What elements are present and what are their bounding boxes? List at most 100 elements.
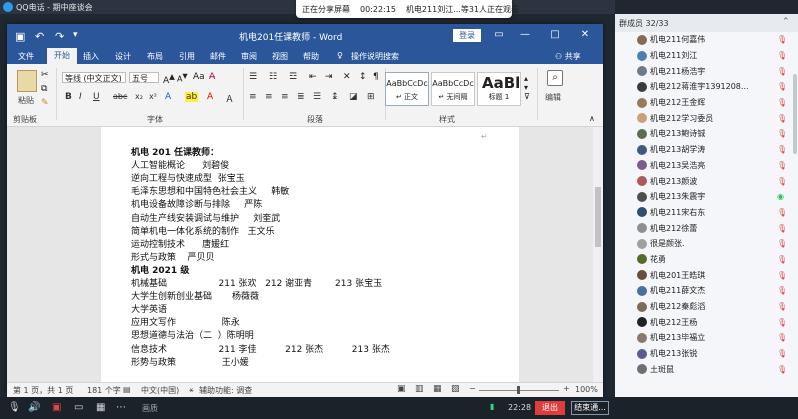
align-right-icon[interactable]: ≡: [281, 92, 289, 102]
numbering-icon[interactable]: ☷: [269, 72, 277, 82]
maximize-button[interactable]: □: [545, 28, 565, 42]
document-page[interactable]: ↵ 机电 201 任课教师： 人工智能概论 刘碧俊 逆向工程与快速成型 张宝玉 毛泽东…: [101, 127, 519, 382]
copy-icon[interactable]: ⧉: [41, 84, 47, 94]
tab-layout[interactable]: 布局: [147, 51, 163, 62]
text-effects-icon[interactable]: A: [165, 92, 171, 102]
zoom-out-icon[interactable]: −: [469, 384, 476, 393]
underline-icon[interactable]: U: [93, 92, 100, 102]
member-row[interactable]: 机电213毕福立 🎙: [615, 330, 798, 346]
tab-references[interactable]: 引用: [179, 51, 195, 62]
scroll-thumb[interactable]: [595, 187, 601, 247]
font-name-select[interactable]: 等线 (中文正文): [62, 72, 126, 83]
member-list-scrollbar[interactable]: [793, 74, 797, 154]
member-row[interactable]: 机电211刘江 🎙: [615, 48, 798, 64]
decrease-indent-icon[interactable]: ⇤: [309, 72, 317, 82]
collapse-icon[interactable]: ⌃: [782, 17, 790, 27]
screen-share-bar[interactable]: 正在分享屏幕 00:22:15 机电211刘江...等31人正在观看: [296, 0, 519, 18]
editing-label[interactable]: 编辑: [545, 92, 561, 103]
shrink-font-icon[interactable]: A▼: [177, 72, 188, 84]
tell-me-search[interactable]: 操作说明搜索: [351, 51, 399, 62]
bullets-icon[interactable]: ☰: [249, 72, 257, 82]
member-row[interactable]: 机电213胡学涛 🎙: [615, 142, 798, 158]
multilevel-list-icon[interactable]: ☲: [289, 72, 297, 82]
change-case-icon[interactable]: Aa: [193, 72, 205, 82]
word-count[interactable]: 181 个字: [87, 385, 121, 396]
member-row[interactable]: 机电213张锐 🎙: [615, 346, 798, 362]
align-center-icon[interactable]: ≡: [265, 92, 273, 102]
tab-help[interactable]: 帮助: [303, 51, 319, 62]
member-row[interactable]: 机电212学习委员 🎙: [615, 110, 798, 126]
member-row[interactable]: 机电212秦彪滔 🎙: [615, 299, 798, 315]
page-count[interactable]: 第 1 页，共 1 页: [13, 385, 73, 396]
increase-indent-icon[interactable]: ⇥: [325, 72, 333, 82]
undo-icon[interactable]: ↶: [35, 30, 44, 43]
tab-review[interactable]: 审阅: [241, 51, 257, 62]
tab-design[interactable]: 设计: [115, 51, 131, 62]
member-row[interactable]: 机电213颜波 🎙: [615, 173, 798, 189]
member-row[interactable]: 机电212蒋淮宇1391208... 🎙: [615, 79, 798, 95]
camera-off-icon[interactable]: ▣: [52, 402, 61, 413]
paste-icon[interactable]: [17, 70, 37, 92]
speaker-icon[interactable]: 🔊: [28, 402, 40, 413]
style-no-spacing[interactable]: AaBbCcDc ↵ 无间隔: [431, 72, 475, 106]
vertical-scrollbar[interactable]: [593, 127, 603, 382]
align-left-icon[interactable]: ≡: [249, 92, 257, 102]
tab-view[interactable]: 视图: [272, 51, 288, 62]
member-row[interactable]: 机电212王金辉 🎙: [615, 95, 798, 111]
member-row[interactable]: 机电211宋右东 🎙: [615, 205, 798, 221]
superscript-icon[interactable]: x²: [149, 92, 157, 101]
accessibility-status[interactable]: 辅助功能: 调查: [199, 385, 252, 396]
tab-insert[interactable]: 插入: [83, 51, 99, 62]
shading-icon[interactable]: ◪: [349, 92, 358, 102]
tab-home[interactable]: 开始: [47, 48, 77, 64]
grow-font-icon[interactable]: A▲: [163, 72, 175, 86]
member-row[interactable]: 机电213吴浩亮 🎙: [615, 158, 798, 174]
watcher-count[interactable]: 机电211刘江...等31人正在观看: [406, 4, 519, 15]
member-row[interactable]: 花勇 🎙: [615, 252, 798, 268]
highlight-icon[interactable]: ab: [185, 92, 199, 102]
more-icon[interactable]: ⋯: [116, 402, 126, 413]
focus-mode-icon[interactable]: ▣: [397, 384, 406, 394]
member-row[interactable]: 机电213朱震宇 ◉: [615, 189, 798, 205]
borders-icon[interactable]: ⊞: [367, 92, 375, 102]
exit-button[interactable]: 退出: [535, 401, 565, 415]
close-button[interactable]: ✕: [575, 28, 595, 42]
distributed-icon[interactable]: ☰: [313, 92, 321, 102]
language[interactable]: 中文(中国): [141, 385, 179, 396]
member-row[interactable]: 机电212王杨 🎙: [615, 314, 798, 330]
member-row[interactable]: 机电211何嘉伟 🎙: [615, 32, 798, 48]
zoom-in-icon[interactable]: +: [563, 384, 570, 393]
end-call-button[interactable]: 结束通...: [571, 401, 609, 415]
subscript-icon[interactable]: x₂: [135, 92, 143, 101]
print-layout-icon[interactable]: ▦: [433, 384, 442, 394]
show-marks-icon[interactable]: ¶: [373, 72, 379, 82]
save-icon[interactable]: ▣: [15, 30, 25, 43]
format-painter-icon[interactable]: ✎: [41, 98, 49, 108]
share-button[interactable]: ⚇ 共享: [555, 51, 581, 62]
font-size-select[interactable]: 五号: [129, 72, 159, 83]
screen-share-icon[interactable]: ▭: [74, 402, 83, 413]
clear-format-icon[interactable]: A̶: [209, 72, 215, 82]
member-row[interactable]: 机电211杨浩宇 🎙: [615, 63, 798, 79]
char-border-icon[interactable]: Ａ: [225, 92, 234, 105]
member-row[interactable]: 土斑鼠 🎙: [615, 361, 798, 377]
member-row[interactable]: 机电212徐蕾 🎙: [615, 220, 798, 236]
zoom-slider-thumb[interactable]: [517, 386, 520, 394]
whiteboard-icon[interactable]: ▦: [96, 402, 105, 413]
cut-icon[interactable]: ✂: [41, 70, 49, 80]
read-mode-icon[interactable]: ▥: [415, 384, 424, 394]
italic-icon[interactable]: I: [79, 92, 82, 102]
styles-scroll-icon[interactable]: ▴ ▾ ⊽: [524, 74, 530, 101]
line-spacing-icon[interactable]: ↨: [331, 92, 339, 102]
member-row[interactable]: 很是颜张. 🎙: [615, 236, 798, 252]
find-icon[interactable]: ⌕: [547, 70, 563, 86]
tab-mailings[interactable]: 邮件: [210, 51, 226, 62]
member-row[interactable]: 机电213鲍诗铖 🎙: [615, 126, 798, 142]
zoom-level[interactable]: 100%: [575, 385, 598, 394]
quality-label[interactable]: 画质: [142, 403, 158, 414]
bold-icon[interactable]: B: [65, 92, 72, 102]
member-row[interactable]: 机电211薛文杰 🎙: [615, 283, 798, 299]
customize-toolbar-icon[interactable]: ▾: [73, 30, 78, 40]
member-row[interactable]: 机电201王皓琪 🎙: [615, 267, 798, 283]
proofing-icon[interactable]: ▤: [123, 385, 131, 394]
